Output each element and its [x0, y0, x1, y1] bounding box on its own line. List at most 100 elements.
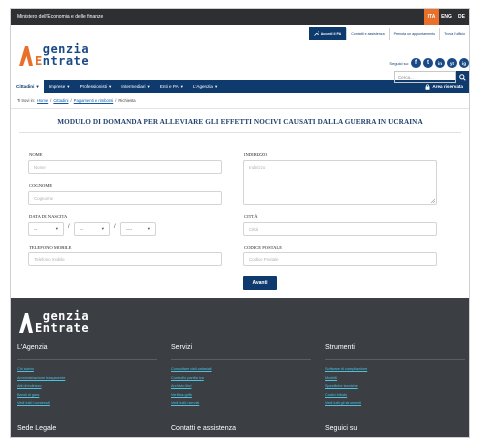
- accedi-pa-label: Accedi il PA: [320, 31, 342, 36]
- search-icon: [459, 73, 466, 81]
- site-footer: Agenzia Entrate L'Agenzia Chi siamo Ammi…: [11, 298, 469, 437]
- data-nascita-label: DATA DI NASCITA: [29, 214, 68, 219]
- date-separator: /: [114, 224, 116, 230]
- footer-link[interactable]: Specifiche tecniche: [325, 382, 465, 391]
- footer-link[interactable]: Archivio libri: [171, 382, 311, 391]
- footer-logo-letter-e: E: [35, 321, 43, 335]
- site-search: Cerca...: [394, 71, 469, 83]
- indirizzo-placeholder: Indirizzo: [249, 165, 266, 170]
- area-riservata-label: Area riservata: [432, 84, 463, 89]
- chevron-down-icon: ▾: [55, 226, 58, 231]
- nav-intermediari[interactable]: Intermediari ▾: [116, 80, 155, 93]
- chevron-down-icon: ▾: [108, 83, 112, 89]
- birth-month-select[interactable]: -- ▾: [74, 222, 110, 236]
- chevron-down-icon: ▾: [67, 83, 70, 89]
- footer-col-strumenti: Strumenti Software di compilazione Model…: [325, 344, 465, 408]
- application-form: MODULO DI DOMANDA PER ALLEVIARE GLI EFFE…: [11, 118, 469, 307]
- form-title: MODULO DI DOMANDA PER ALLEVIARE GLI EFFE…: [57, 118, 423, 126]
- resize-handle-icon: [430, 198, 435, 203]
- lang-ita[interactable]: ITA: [424, 9, 439, 25]
- nome-field[interactable]: Nome: [28, 160, 222, 174]
- chevron-down-icon: ▾: [180, 83, 183, 89]
- browser-viewport: Ministero dell'Economia e delle finanze …: [10, 8, 470, 438]
- youtube-icon[interactable]: yt: [447, 58, 457, 68]
- indirizzo-label: INDIRIZZO: [244, 152, 268, 157]
- footer-sede-legale[interactable]: Sede Legale: [17, 425, 56, 432]
- footer-col-title: Strumenti: [325, 344, 465, 360]
- site-header: Agenzia Entrate Accedi il PA Contatti e …: [11, 25, 469, 83]
- nav-professionisti[interactable]: Professionisti ▾: [75, 80, 117, 93]
- footer-col-title: L'Agenzia: [17, 344, 157, 360]
- agenzia-entrate-logo[interactable]: Agenzia Entrate: [17, 43, 89, 67]
- footer-link[interactable]: Verifica gdfb: [171, 391, 311, 400]
- ministry-name[interactable]: Ministero dell'Economia e delle finanze: [17, 14, 424, 20]
- nav-imprese[interactable]: Imprese ▾: [44, 80, 75, 93]
- footer-seguici[interactable]: Seguici su: [325, 425, 357, 432]
- search-input[interactable]: Cerca...: [394, 71, 456, 83]
- footer-link[interactable]: Vedi tutti i contenuti: [17, 399, 157, 408]
- nav-enti-pa-label: Enti e PA: [159, 84, 179, 89]
- footer-col-title: Servizi: [171, 344, 311, 360]
- search-button[interactable]: [456, 71, 469, 83]
- accedi-pa-button[interactable]: Accedi il PA: [308, 27, 347, 40]
- footer-link[interactable]: Atti di indirizzo: [17, 382, 157, 391]
- breadcrumb: Ti trovi in: Home / Cittadini / Pagamenti …: [11, 93, 469, 109]
- facebook-icon[interactable]: f: [411, 58, 421, 68]
- birth-day-select[interactable]: -- ▾: [28, 222, 64, 236]
- nav-agenzia-label: L'Agenzia: [192, 84, 213, 89]
- nav-agenzia[interactable]: L'Agenzia ▾: [188, 80, 222, 93]
- cap-field[interactable]: Codice Postale: [243, 252, 437, 266]
- divider: [19, 132, 461, 133]
- breadcrumb-cittadini[interactable]: Cittadini: [53, 98, 68, 103]
- breadcrumb-pagamenti[interactable]: Pagamenti e rimborsi: [74, 98, 114, 103]
- footer-logo[interactable]: Agenzia Entrate: [17, 310, 89, 334]
- nav-cittadini[interactable]: Cittadini ▾: [11, 80, 44, 93]
- twitter-icon[interactable]: t: [423, 58, 433, 68]
- social-bar: Seguici su: f t in yt ig: [389, 58, 469, 68]
- logo-mark-icon: [17, 312, 34, 333]
- footer-link[interactable]: Software di compilazione: [325, 365, 465, 374]
- footer-link[interactable]: Amministrazione trasparente: [17, 374, 157, 383]
- contatti-link[interactable]: Contatti e assistenza: [346, 27, 388, 40]
- footer-link[interactable]: Controllo partita iva: [171, 374, 311, 383]
- social-label: Seguici su:: [389, 60, 409, 66]
- lang-eng[interactable]: ENG: [439, 9, 454, 25]
- breadcrumb-current: Richiesta: [118, 98, 136, 103]
- birth-year-value: ----: [126, 226, 133, 232]
- logo-word-entrate: ntrate: [42, 54, 90, 68]
- chevron-down-icon: ▾: [215, 83, 218, 89]
- service-links: Accedi il PA Contatti e assistenza Preno…: [308, 27, 469, 40]
- nav-imprese-label: Imprese: [48, 84, 66, 89]
- cognome-field[interactable]: Cognome: [28, 191, 222, 205]
- breadcrumb-home[interactable]: Home: [37, 98, 48, 103]
- avanti-button[interactable]: Avanti: [243, 276, 277, 290]
- indirizzo-textarea[interactable]: Indirizzo: [243, 160, 437, 205]
- citta-field[interactable]: Città: [243, 222, 437, 236]
- chevron-down-icon: ▾: [147, 226, 150, 231]
- trova-ufficio-link[interactable]: Trova l'ufficio: [439, 27, 469, 40]
- footer-link[interactable]: Vedi tutti gli strumenti: [325, 399, 465, 408]
- logo-mark-icon: [17, 45, 34, 66]
- area-riservata-button[interactable]: Area riservata: [419, 83, 469, 90]
- birth-year-select[interactable]: ---- ▾: [120, 222, 156, 236]
- footer-link[interactable]: Chi siamo: [17, 365, 157, 374]
- logo-letter-e: E: [35, 54, 43, 68]
- birth-day-value: --: [34, 226, 38, 232]
- citta-label: CITTÀ: [244, 214, 258, 219]
- footer-link[interactable]: Bandi di gara: [17, 391, 157, 400]
- prenota-link[interactable]: Prenota un appuntamento: [388, 27, 440, 40]
- footer-col-servizi: Servizi Consultare dati catastali Contro…: [171, 344, 311, 408]
- lang-de[interactable]: DE: [454, 9, 469, 25]
- linkedin-icon[interactable]: in: [435, 58, 445, 68]
- instagram-icon[interactable]: ig: [459, 58, 469, 68]
- footer-link[interactable]: Vedi tutti i servizi: [171, 399, 311, 408]
- footer-link[interactable]: Codici tributo: [325, 391, 465, 400]
- footer-link[interactable]: Modelli: [325, 374, 465, 383]
- nav-professionisti-label: Professionisti: [79, 84, 107, 89]
- telefono-field[interactable]: Telefono mobile: [28, 252, 222, 266]
- breadcrumb-prefix: Ti trovi in:: [17, 98, 35, 103]
- footer-contatti[interactable]: Contatti e assistenza: [171, 425, 236, 432]
- nav-enti-pa[interactable]: Enti e PA ▾: [155, 80, 188, 93]
- footer-link[interactable]: Consultare dati catastali: [171, 365, 311, 374]
- footer-logo-word-entrate: ntrate: [42, 321, 90, 335]
